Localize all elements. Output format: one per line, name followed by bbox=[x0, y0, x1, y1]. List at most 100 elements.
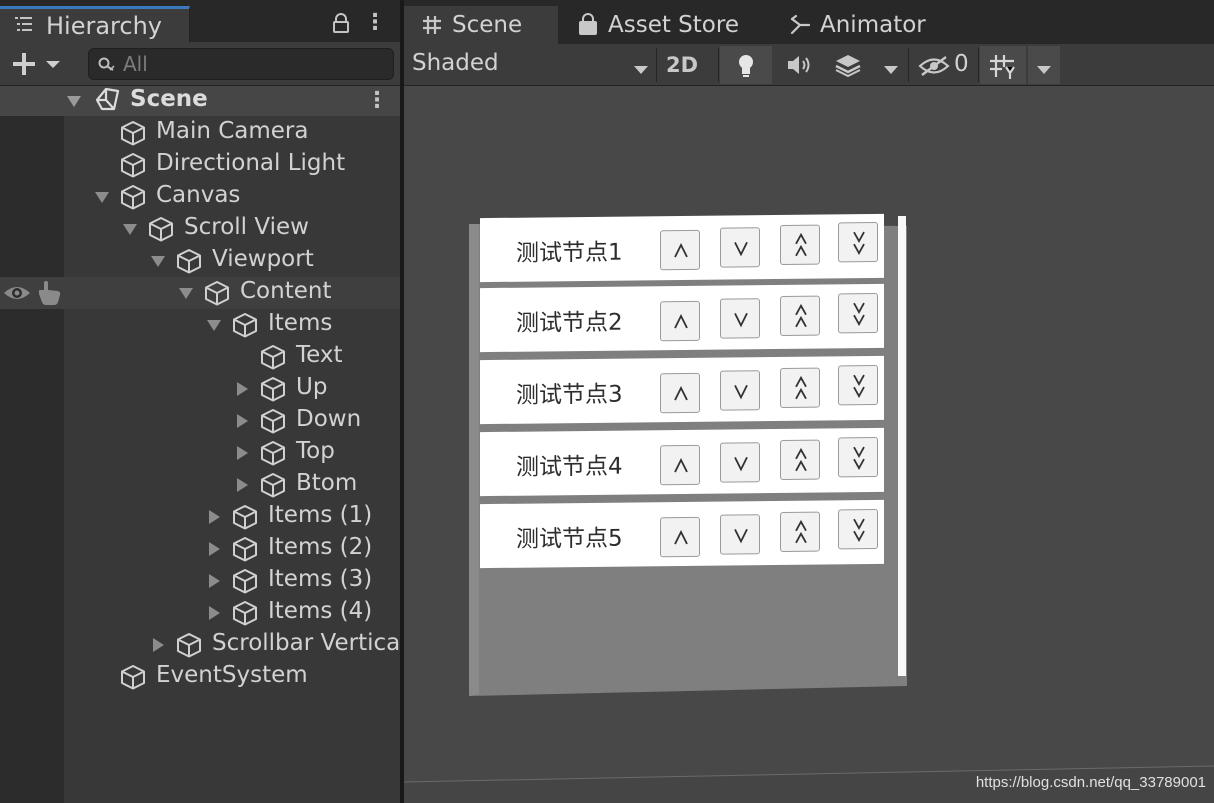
hierarchy-item[interactable]: Btom bbox=[0, 469, 400, 501]
hierarchy-item[interactable]: Top bbox=[0, 437, 400, 469]
collapse-arrow-icon[interactable] bbox=[206, 509, 222, 525]
effects-toggle-button[interactable] bbox=[824, 46, 872, 84]
item-label: 测试节点4 bbox=[516, 453, 623, 481]
move-top-button[interactable] bbox=[780, 295, 820, 336]
hierarchy-item[interactable]: Viewport bbox=[0, 245, 400, 277]
hierarchy-tabbar: Hierarchy ⋮ bbox=[0, 0, 400, 42]
move-down-button[interactable] bbox=[720, 227, 760, 268]
grid-dropdown-button[interactable] bbox=[1028, 46, 1060, 84]
toolbar-separator bbox=[656, 48, 657, 82]
expand-arrow-icon[interactable] bbox=[66, 93, 82, 109]
tab-animator[interactable]: Animator bbox=[788, 6, 948, 44]
hierarchy-item[interactable]: Items (3) bbox=[0, 565, 400, 597]
move-bottom-button[interactable] bbox=[838, 292, 878, 334]
gameobject-cube-icon bbox=[120, 152, 146, 178]
collapse-arrow-icon[interactable] bbox=[206, 541, 222, 557]
collapse-arrow-icon[interactable] bbox=[234, 413, 250, 429]
hierarchy-item[interactable]: Up bbox=[0, 373, 400, 405]
lightbulb-icon bbox=[734, 52, 758, 82]
move-top-button[interactable] bbox=[780, 511, 820, 552]
hierarchy-item[interactable]: Content bbox=[0, 277, 400, 309]
effects-dropdown-button[interactable] bbox=[876, 46, 906, 84]
move-up-button[interactable] bbox=[660, 444, 700, 486]
animator-icon bbox=[788, 13, 812, 37]
scene-tabbar: Scene Asset Store Animator bbox=[404, 0, 1214, 44]
hierarchy-panel: Hierarchy ⋮ Scene ⋮ Main Camera Direction… bbox=[0, 0, 400, 803]
hierarchy-item[interactable]: Items (2) bbox=[0, 533, 400, 565]
move-top-button[interactable] bbox=[780, 439, 820, 480]
shading-mode-dropdown[interactable]: Shaded bbox=[412, 50, 648, 80]
scene-menu-icon[interactable]: ⋮ bbox=[366, 88, 388, 113]
tab-hierarchy[interactable]: Hierarchy bbox=[0, 6, 190, 42]
hierarchy-toolbar bbox=[0, 42, 400, 86]
move-up-button[interactable] bbox=[660, 516, 700, 558]
collapse-arrow-icon[interactable] bbox=[234, 445, 250, 461]
pointer-hand-icon[interactable] bbox=[36, 280, 62, 306]
collapse-arrow-icon[interactable] bbox=[234, 381, 250, 397]
hierarchy-item-label: Text bbox=[296, 342, 343, 368]
toggle-2d-button[interactable]: 2D bbox=[658, 46, 706, 84]
collapse-arrow-icon[interactable] bbox=[150, 637, 166, 653]
search-icon bbox=[97, 55, 117, 75]
move-down-button[interactable] bbox=[720, 514, 760, 555]
toolbar-separator bbox=[908, 48, 909, 82]
scene-visibility-button[interactable]: 0 bbox=[912, 46, 976, 84]
hierarchy-menu-icon[interactable]: ⋮ bbox=[364, 10, 386, 36]
lighting-toggle-button[interactable] bbox=[720, 46, 772, 84]
tab-asset-store[interactable]: Asset Store bbox=[574, 6, 758, 44]
scene-viewport[interactable]: 测试节点1 测试节点2 测试节点3 测试节点4 测试节点5 https://blog.c… bbox=[404, 86, 1214, 803]
hierarchy-item[interactable]: Text bbox=[0, 341, 400, 373]
collapse-arrow-icon[interactable] bbox=[234, 477, 250, 493]
move-down-button[interactable] bbox=[720, 370, 760, 411]
move-top-button[interactable] bbox=[780, 224, 820, 265]
move-up-button[interactable] bbox=[660, 300, 700, 342]
move-bottom-button[interactable] bbox=[838, 436, 878, 478]
toolbar-separator bbox=[978, 48, 979, 82]
gameobject-cube-icon bbox=[120, 184, 146, 210]
move-top-button[interactable] bbox=[780, 367, 820, 408]
grid-hash-icon bbox=[420, 13, 444, 37]
hierarchy-item[interactable]: Main Camera bbox=[0, 117, 400, 149]
add-object-button[interactable] bbox=[10, 48, 68, 80]
collapse-arrow-icon[interactable] bbox=[206, 573, 222, 589]
scrollbar-vertical[interactable] bbox=[898, 216, 906, 676]
move-down-button[interactable] bbox=[720, 298, 760, 339]
search-field[interactable] bbox=[88, 48, 394, 80]
hierarchy-item[interactable]: Items bbox=[0, 309, 400, 341]
expand-arrow-icon[interactable] bbox=[122, 221, 138, 237]
hierarchy-item[interactable]: Items (4) bbox=[0, 597, 400, 629]
collapse-arrow-icon[interactable] bbox=[206, 605, 222, 621]
gameobject-cube-icon bbox=[120, 664, 146, 690]
gameobject-cube-icon bbox=[204, 280, 230, 306]
hierarchy-item[interactable]: Directional Light bbox=[0, 149, 400, 181]
grid-toggle-button[interactable] bbox=[980, 46, 1026, 84]
eye-icon[interactable] bbox=[2, 282, 32, 304]
move-bottom-button[interactable] bbox=[838, 364, 878, 406]
hierarchy-item[interactable]: Canvas bbox=[0, 181, 400, 213]
item-label: 测试节点2 bbox=[516, 309, 623, 337]
tab-scene[interactable]: Scene bbox=[404, 6, 558, 44]
hierarchy-item[interactable]: Items (1) bbox=[0, 501, 400, 533]
expand-arrow-icon[interactable] bbox=[178, 285, 194, 301]
move-bottom-button[interactable] bbox=[838, 508, 878, 550]
gameobject-cube-icon bbox=[232, 312, 258, 338]
move-bottom-button[interactable] bbox=[838, 221, 878, 263]
scene-root-row[interactable]: Scene ⋮ bbox=[0, 86, 400, 116]
lock-icon[interactable] bbox=[330, 12, 352, 34]
hierarchy-item[interactable]: Scrollbar Vertica bbox=[0, 629, 400, 661]
expand-arrow-icon[interactable] bbox=[150, 253, 166, 269]
gameobject-cube-icon bbox=[260, 440, 286, 466]
move-up-button[interactable] bbox=[660, 229, 700, 271]
move-up-button[interactable] bbox=[660, 372, 700, 414]
expand-arrow-icon[interactable] bbox=[94, 189, 110, 205]
unity-logo-icon bbox=[94, 87, 120, 113]
move-down-button[interactable] bbox=[720, 442, 760, 483]
hierarchy-item[interactable]: EventSystem bbox=[0, 661, 400, 693]
gameobject-cube-icon bbox=[176, 632, 202, 658]
hierarchy-item[interactable]: Down bbox=[0, 405, 400, 437]
expand-arrow-icon[interactable] bbox=[206, 317, 222, 333]
search-input[interactable] bbox=[123, 51, 383, 77]
hierarchy-item-label: Canvas bbox=[156, 182, 241, 208]
audio-toggle-button[interactable] bbox=[774, 46, 822, 84]
hierarchy-item[interactable]: Scroll View bbox=[0, 213, 400, 245]
